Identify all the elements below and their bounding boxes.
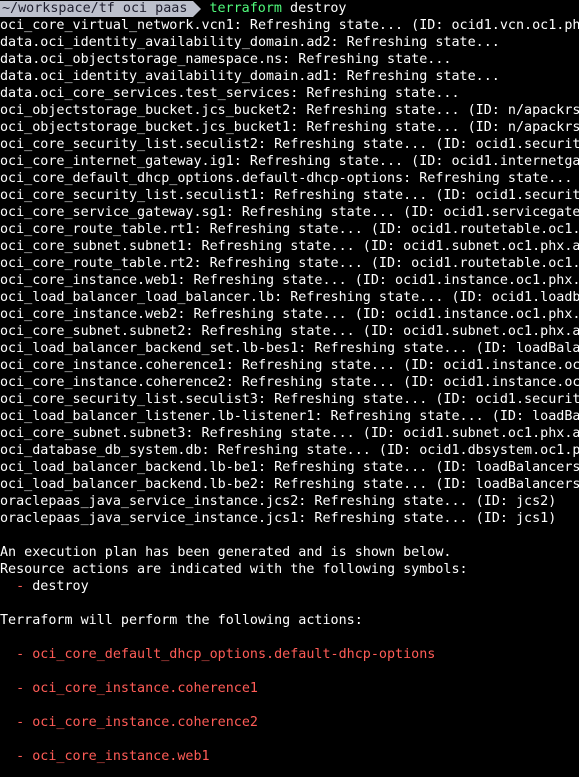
output-line: oci_load_balancer_listener.lb-listener1:… [0, 409, 579, 424]
destroy-symbol-label: destroy [24, 579, 89, 594]
output-line: oci_core_route_table.rt1: Refreshing sta… [0, 222, 579, 237]
output-line: data.oci_objectstorage_namespace.ns: Ref… [0, 52, 452, 67]
output-line: oci_core_instance.coherence1: Refreshing… [0, 358, 579, 373]
output-line: oci_core_security_list.seculist2: Refres… [0, 137, 579, 152]
output-line: oci_core_subnet.subnet2: Refreshing stat… [0, 324, 579, 339]
shell-prompt: ~/workspace/tf oci paas terraform destro… [0, 0, 579, 17]
output-line: oci_core_internet_gateway.ig1: Refreshin… [0, 154, 579, 169]
output-line: oci_load_balancer_backend.lb-be2: Refres… [0, 477, 579, 492]
output-line: oci_core_service_gateway.sg1: Refreshing… [0, 205, 579, 220]
terminal-window[interactable]: ~/workspace/tf oci paas terraform destro… [0, 0, 579, 777]
command-name: terraform [209, 1, 282, 16]
prompt-path: ~/workspace/tf oci paas [0, 0, 194, 17]
output-line: oci_core_security_list.seculist3: Refres… [0, 392, 579, 407]
output-line: oci_core_default_dhcp_options.default-dh… [0, 171, 573, 186]
symbols-intro-text: Resource actions are indicated with the … [0, 562, 468, 577]
prompt-arrow-icon [193, 0, 202, 17]
destroy-symbol-legend: - destroy [0, 578, 579, 595]
refresh-output: oci_core_virtual_network.vcn1: Refreshin… [0, 17, 579, 527]
output-line: oci_core_instance.coherence2: Refreshing… [0, 375, 579, 390]
actions-header: Terraform will perform the following act… [0, 613, 363, 628]
plan-generated-text: An execution plan has been generated and… [0, 545, 452, 560]
output-line: oci_objectstorage_bucket.jcs_bucket2: Re… [0, 103, 579, 118]
output-line: oci_core_subnet.subnet1: Refreshing stat… [0, 239, 579, 254]
output-line: oci_core_subnet.subnet3: Refreshing stat… [0, 426, 579, 441]
output-line: data.oci_core_services.test_services: Re… [0, 86, 460, 101]
output-line: oci_load_balancer_backend_set.lb-bes1: R… [0, 341, 579, 356]
output-line: data.oci_identity_availability_domain.ad… [0, 69, 500, 84]
output-line: oci_load_balancer_backend.lb-be1: Refres… [0, 460, 579, 475]
destroy-action-item: - oci_core_default_dhcp_options.default-… [0, 647, 436, 662]
output-line: oci_core_route_table.rt2: Refreshing sta… [0, 256, 579, 271]
command-argument: destroy [282, 1, 347, 16]
destroy-action-item: - oci_core_instance.coherence2 [0, 715, 258, 730]
destroy-symbol: - [0, 579, 25, 594]
output-line: oci_core_security_list.seculist1: Refres… [0, 188, 579, 203]
output-line: oci_database_db_system.db: Refreshing st… [0, 443, 579, 458]
output-line: oci_load_balancer_load_balancer.lb: Refr… [0, 290, 579, 305]
output-line: oci_core_virtual_network.vcn1: Refreshin… [0, 18, 579, 33]
output-line: data.oci_identity_availability_domain.ad… [0, 35, 500, 50]
output-line: oci_core_instance.web2: Refreshing state… [0, 307, 579, 322]
output-line: oraclepaas_java_service_instance.jcs2: R… [0, 494, 557, 509]
destroy-action-item: - oci_core_instance.web1 [0, 749, 210, 764]
output-line: oci_objectstorage_bucket.jcs_bucket1: Re… [0, 120, 579, 135]
output-line: oraclepaas_java_service_instance.jcs1: R… [0, 511, 557, 526]
destroy-action-item: - oci_core_instance.coherence1 [0, 681, 258, 696]
output-line: oci_core_instance.web1: Refreshing state… [0, 273, 579, 288]
